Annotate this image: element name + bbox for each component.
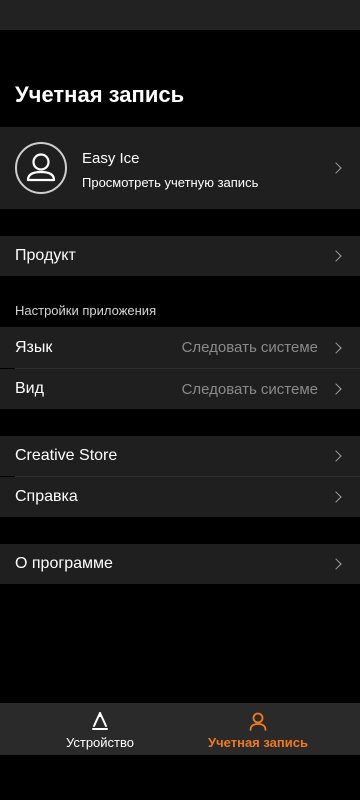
bottom-nav: Устройство Учетная запись bbox=[0, 703, 360, 755]
app-settings-header: Настройки приложения bbox=[15, 303, 157, 318]
chevron-right-icon bbox=[330, 450, 342, 462]
about-label: О программе bbox=[15, 555, 113, 572]
profile-subtitle: Просмотреть учетную запись bbox=[82, 175, 259, 190]
chevron-right-icon bbox=[330, 162, 342, 174]
page-title: Учетная запись bbox=[15, 82, 185, 107]
status-bar bbox=[0, 0, 360, 30]
creative-store-label: Creative Store bbox=[15, 447, 118, 464]
nav-label-account: Учетная запись bbox=[208, 735, 308, 750]
device-icon bbox=[91, 711, 109, 736]
chevron-right-icon bbox=[330, 558, 342, 570]
chevron-right-icon bbox=[330, 250, 342, 262]
creative-store-row[interactable]: Creative Store bbox=[0, 436, 360, 476]
user-avatar-icon bbox=[15, 142, 67, 194]
product-row[interactable]: Продукт bbox=[0, 236, 360, 276]
about-row[interactable]: О программе bbox=[0, 544, 360, 584]
profile-name: Easy Ice bbox=[82, 150, 140, 167]
appearance-label: Вид bbox=[15, 380, 44, 397]
help-label: Справка bbox=[15, 488, 78, 505]
settings-row-appearance[interactable]: Вид Следовать системе bbox=[0, 369, 360, 409]
help-row[interactable]: Справка bbox=[0, 477, 360, 517]
nav-tab-device[interactable]: Устройство bbox=[10, 703, 190, 755]
product-label: Продукт bbox=[15, 247, 76, 264]
system-gesture-area bbox=[0, 755, 360, 800]
account-icon bbox=[248, 711, 268, 736]
nav-tab-account[interactable]: Учетная запись bbox=[168, 703, 348, 755]
chevron-right-icon bbox=[330, 491, 342, 503]
profile-row[interactable]: Easy Ice Просмотреть учетную запись bbox=[0, 127, 360, 209]
language-label: Язык bbox=[15, 338, 53, 356]
nav-label-device: Устройство bbox=[65, 735, 134, 750]
settings-row-language[interactable]: Язык Следовать системе bbox=[0, 327, 360, 368]
